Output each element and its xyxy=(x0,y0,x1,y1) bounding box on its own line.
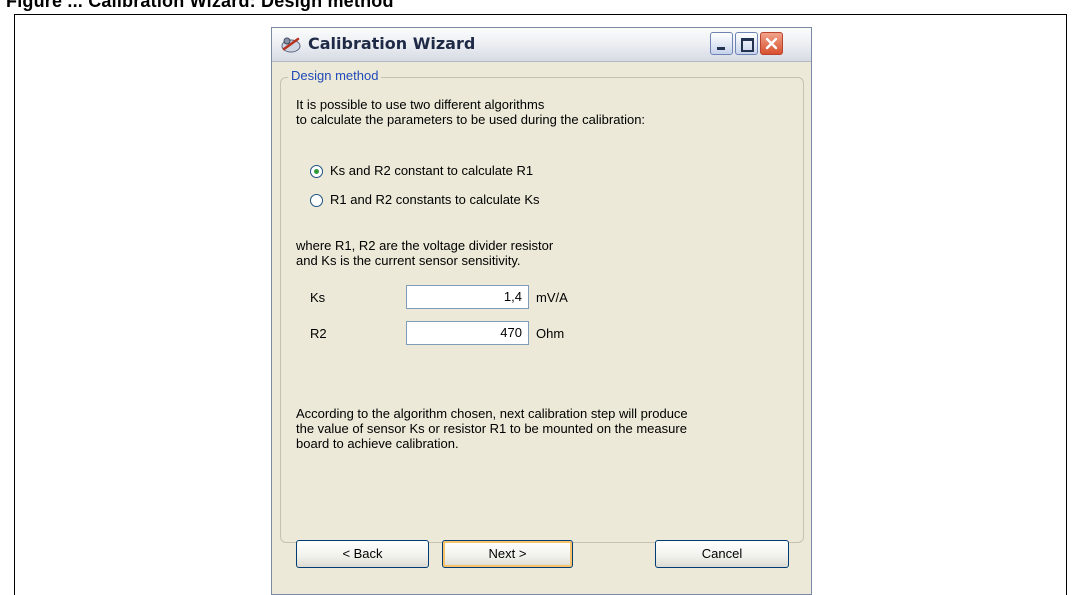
where-line-1: where R1, R2 are the voltage divider res… xyxy=(296,238,554,253)
ks-unit: mV/A xyxy=(536,290,568,305)
ks-label: Ks xyxy=(310,290,326,305)
r2-unit: Ohm xyxy=(536,326,565,341)
note-line-1: According to the algorithm chosen, next … xyxy=(296,406,688,421)
window-title: Calibration Wizard xyxy=(308,34,476,53)
next-button[interactable]: Next > xyxy=(442,540,573,568)
intro-line-1: It is possible to use two different algo… xyxy=(296,97,545,112)
back-button[interactable]: < Back xyxy=(296,540,429,568)
option-label-ks-r2[interactable]: Ks and R2 constant to calculate R1 xyxy=(330,163,533,178)
close-icon[interactable] xyxy=(760,32,783,55)
cancel-button[interactable]: Cancel xyxy=(655,540,789,568)
r2-label: R2 xyxy=(310,326,327,341)
where-line-2: and Ks is the current sensor sensitivity… xyxy=(296,253,521,268)
page-frame-left xyxy=(14,14,15,595)
page-frame-right xyxy=(1066,14,1067,595)
title-bar[interactable]: Calibration Wizard xyxy=(272,28,811,62)
radio-ks-r2-constant[interactable] xyxy=(310,165,323,178)
figure-caption-strip: Figure ... Calibration Wizard: Design me… xyxy=(0,0,1080,12)
intro-line-2: to calculate the parameters to be used d… xyxy=(296,112,646,127)
note-line-3: board to achieve calibration. xyxy=(296,436,459,451)
r2-field[interactable]: 470 xyxy=(406,321,529,345)
ks-field[interactable]: 1,4 xyxy=(406,285,529,309)
calibration-wizard-window: Calibration Wizard Design method It is p… xyxy=(271,27,812,595)
maximize-icon[interactable] xyxy=(735,32,758,55)
design-method-groupbox xyxy=(280,77,804,543)
calibration-wizard-app-icon xyxy=(281,37,301,53)
note-line-2: the value of sensor Ks or resistor R1 to… xyxy=(296,421,687,436)
minimize-icon[interactable] xyxy=(710,32,733,55)
radio-r1-r2-constant[interactable] xyxy=(310,194,323,207)
page-frame-top xyxy=(14,14,1067,15)
figure-caption: Figure ... Calibration Wizard: Design me… xyxy=(6,0,394,11)
option-label-r1-r2[interactable]: R1 and R2 constants to calculate Ks xyxy=(330,192,540,207)
design-method-legend: Design method xyxy=(288,68,382,83)
